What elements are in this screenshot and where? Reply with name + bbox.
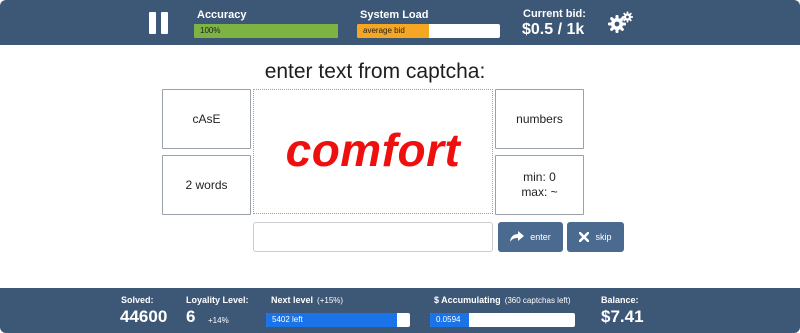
captcha-instruction-title: enter text from captcha: (264, 60, 486, 83)
close-icon (579, 232, 590, 242)
loyalty-level-label: Loyality Level: (186, 295, 249, 305)
enter-button-label: enter (530, 232, 551, 242)
top-status-bar: Accuracy 100% System Load average bid Cu… (0, 0, 800, 45)
max-length-text: max: ~ (521, 185, 558, 199)
accuracy-progress-bar: 100% (194, 24, 338, 38)
system-load-progress-bar: average bid (357, 24, 500, 38)
accumulating-progress-text: 0.0594 (436, 315, 461, 324)
accumulating-label: $ Accumulating (360 captchas left) (434, 295, 571, 305)
next-level-progress-text: 5402 left (272, 315, 303, 324)
share-arrow-icon (510, 231, 525, 242)
captcha-image: comfort (253, 89, 493, 214)
captcha-text: comfort (285, 123, 461, 176)
current-bid-label: Current bid: (523, 8, 586, 20)
balance-value: $7.41 (601, 307, 644, 326)
next-level-label: Next level (+15%) (271, 295, 343, 305)
solved-value: 44600 (120, 307, 168, 326)
skip-button-label: skip (595, 232, 612, 242)
loyalty-level-value: 6 (186, 307, 196, 326)
skip-button[interactable]: skip (567, 222, 624, 252)
gear-icon (608, 11, 633, 33)
bottom-stats-bar: Solved: 44600 Loyality Level: 6 +14% Nex… (0, 288, 800, 333)
captcha-answer-input[interactable] (253, 222, 493, 252)
min-length-text: min: 0 (523, 170, 556, 184)
next-level-percent: (+15%) (317, 296, 344, 305)
word-count-option: 2 words (162, 155, 251, 215)
length-range-option: min: 0 max: ~ (495, 155, 584, 215)
accumulating-title: $ Accumulating (434, 295, 501, 305)
accumulating-progress-bar: 0.0594 (430, 313, 575, 327)
settings-button[interactable] (608, 11, 634, 35)
system-load-label: System Load (360, 9, 429, 21)
next-level-progress-bar: 5402 left (266, 313, 410, 327)
loyalty-bonus: +14% (208, 316, 229, 325)
accuracy-label: Accuracy (197, 9, 247, 21)
solved-label: Solved: (121, 295, 154, 305)
accumulating-note: (360 captchas left) (504, 296, 571, 305)
enter-button[interactable]: enter (498, 222, 563, 252)
current-bid-value: $0.5 / 1k (522, 21, 585, 38)
next-level-title: Next level (271, 295, 314, 305)
numbers-option: numbers (495, 89, 584, 149)
app-window: Accuracy 100% System Load average bid Cu… (0, 0, 800, 333)
case-sensitive-option: cAsE (162, 89, 251, 149)
pause-button[interactable] (148, 12, 170, 34)
balance-label: Balance: (601, 295, 639, 305)
accuracy-progress-text: 100% (200, 26, 221, 35)
system-load-progress-text: average bid (363, 26, 405, 35)
